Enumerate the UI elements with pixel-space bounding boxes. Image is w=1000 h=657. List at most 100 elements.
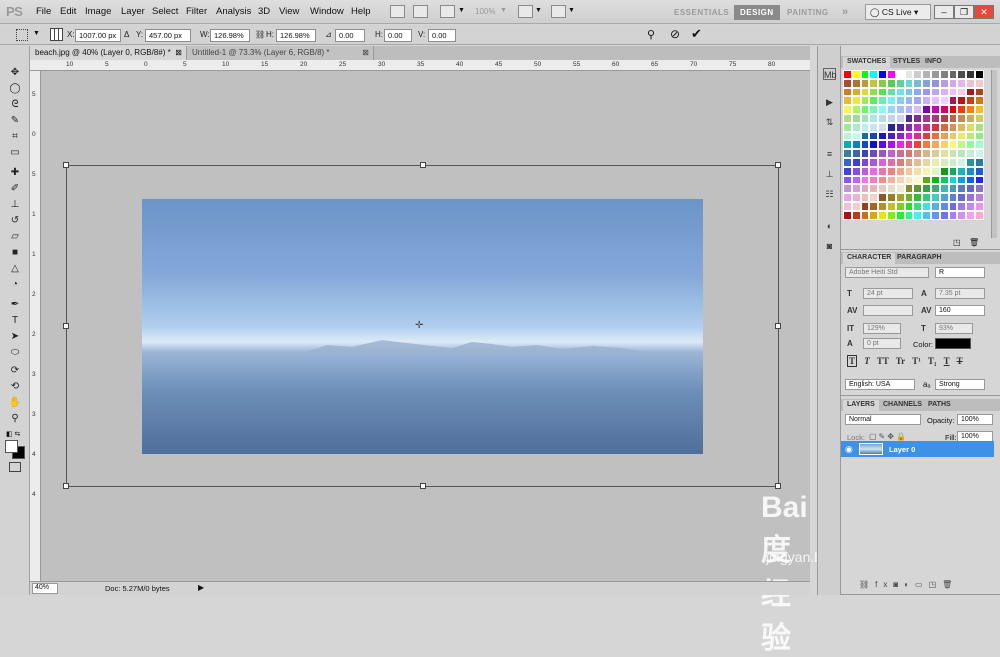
masks-panel-icon[interactable]: ◙ xyxy=(823,240,836,252)
swatch[interactable] xyxy=(886,166,896,176)
ruler-tool-icon[interactable]: ▭ xyxy=(8,146,22,159)
swatch[interactable] xyxy=(895,184,905,194)
swatch[interactable] xyxy=(878,201,887,211)
layer-visibility-icon[interactable]: ◉ xyxy=(845,444,853,455)
swatch[interactable] xyxy=(869,175,879,185)
cancel-transform-icon[interactable]: ⊘ xyxy=(670,27,680,41)
swatch[interactable] xyxy=(860,113,870,123)
3d-rotate-tool-icon[interactable]: ⟳ xyxy=(8,364,22,377)
swatch[interactable] xyxy=(922,184,931,194)
swatch[interactable] xyxy=(957,131,967,141)
delta-icon[interactable]: Δ xyxy=(124,30,129,39)
swatch[interactable] xyxy=(851,193,861,202)
swatch[interactable] xyxy=(922,201,931,211)
swatch[interactable] xyxy=(869,131,879,141)
swatch[interactable] xyxy=(869,210,879,220)
swatch[interactable] xyxy=(869,184,879,194)
swatch[interactable] xyxy=(851,149,861,158)
swatch[interactable] xyxy=(851,210,861,220)
swatch[interactable] xyxy=(922,70,931,79)
swatch[interactable] xyxy=(843,210,852,220)
vertical-scale-field[interactable]: 129% xyxy=(863,323,901,334)
path-selection-tool-icon[interactable]: ➤ xyxy=(8,330,22,343)
lasso-tool-icon[interactable]: ᘓ xyxy=(8,98,22,111)
swatch[interactable] xyxy=(930,122,940,132)
crop-tool-icon[interactable]: ⌗ xyxy=(8,130,22,143)
swatch[interactable] xyxy=(957,175,967,185)
screen-mode-chevron-icon[interactable]: ▼ xyxy=(568,7,575,14)
blend-mode-select[interactable]: Normal xyxy=(845,414,921,425)
swatch[interactable] xyxy=(851,122,861,132)
eraser-tool-icon[interactable]: ▱ xyxy=(8,230,22,243)
swatch[interactable] xyxy=(939,210,949,220)
swatch[interactable] xyxy=(843,122,852,132)
swatch[interactable] xyxy=(957,87,967,97)
swatch[interactable] xyxy=(851,201,861,211)
antialias-select[interactable]: Strong xyxy=(935,379,985,390)
swatch[interactable] xyxy=(948,122,958,132)
faux-italic-button[interactable]: T xyxy=(864,356,870,366)
status-menu-icon[interactable]: ▶ xyxy=(198,583,204,592)
swatch[interactable] xyxy=(860,140,870,150)
swatch[interactable] xyxy=(860,96,870,106)
swatch[interactable] xyxy=(886,157,896,167)
swatch[interactable] xyxy=(904,105,914,114)
swatch[interactable] xyxy=(843,70,852,79)
swatch[interactable] xyxy=(869,113,879,123)
transform-handle-bl[interactable] xyxy=(63,483,69,489)
workspace-painting[interactable]: PAINTING xyxy=(781,5,835,20)
clone-source-panel-icon[interactable]: ⊥ xyxy=(823,168,836,180)
transform-handle-left[interactable] xyxy=(63,323,69,329)
swatch[interactable] xyxy=(878,70,887,79)
swatch[interactable] xyxy=(895,87,905,97)
swatch[interactable] xyxy=(913,131,923,141)
swatch[interactable] xyxy=(878,122,887,132)
opacity-field[interactable]: 100% xyxy=(957,414,993,425)
swatch[interactable] xyxy=(974,140,984,150)
swatch[interactable] xyxy=(895,149,905,158)
swatch[interactable] xyxy=(939,201,949,211)
workspace-design[interactable]: DESIGN xyxy=(734,5,780,20)
transform-handle-br[interactable] xyxy=(775,483,781,489)
menu-edit[interactable]: Edit xyxy=(60,6,76,17)
workspace-essentials[interactable]: ESSENTIALS xyxy=(668,5,735,20)
swatch[interactable] xyxy=(922,149,931,158)
swatch[interactable] xyxy=(966,70,975,79)
swatch[interactable] xyxy=(878,105,887,114)
warp-icon[interactable]: ⚲ xyxy=(647,28,655,41)
swatch[interactable] xyxy=(904,96,914,106)
swatch[interactable] xyxy=(939,87,949,97)
swatch[interactable] xyxy=(851,175,861,185)
minimize-button[interactable]: – xyxy=(934,5,954,19)
swatch[interactable] xyxy=(930,96,940,106)
swatch[interactable] xyxy=(860,184,870,194)
small-caps-button[interactable]: Tr xyxy=(896,356,905,366)
leading-field[interactable]: 7.35 pt xyxy=(935,288,985,299)
swatch[interactable] xyxy=(939,70,949,79)
swatch[interactable] xyxy=(895,157,905,167)
swatch[interactable] xyxy=(948,193,958,202)
swatch[interactable] xyxy=(860,87,870,97)
swatch[interactable] xyxy=(930,140,940,150)
horizontal-scale-field[interactable]: 93% xyxy=(935,323,973,334)
swatch[interactable] xyxy=(869,140,879,150)
swatch[interactable] xyxy=(886,210,896,220)
swatch[interactable] xyxy=(966,157,975,167)
transform-handle-top[interactable] xyxy=(420,162,426,168)
cs-live-button[interactable]: ◯ CS Live ▾ xyxy=(865,4,931,20)
swatch[interactable] xyxy=(939,184,949,194)
swatch[interactable] xyxy=(851,87,861,97)
font-style-select[interactable]: R xyxy=(935,267,985,278)
swatch[interactable] xyxy=(966,184,975,194)
swatch[interactable] xyxy=(904,149,914,158)
swatch[interactable] xyxy=(922,175,931,185)
swatch[interactable] xyxy=(913,193,923,202)
swatch[interactable] xyxy=(843,184,852,194)
swatch[interactable] xyxy=(966,210,975,220)
swatch[interactable] xyxy=(860,175,870,185)
swatch[interactable] xyxy=(974,193,984,202)
underline-button[interactable]: T xyxy=(944,356,950,366)
swatch[interactable] xyxy=(913,201,923,211)
swatch[interactable] xyxy=(843,78,852,88)
canvas-area[interactable]: ✛ Bai度经验 jingyan.baidu.com xyxy=(41,71,879,655)
